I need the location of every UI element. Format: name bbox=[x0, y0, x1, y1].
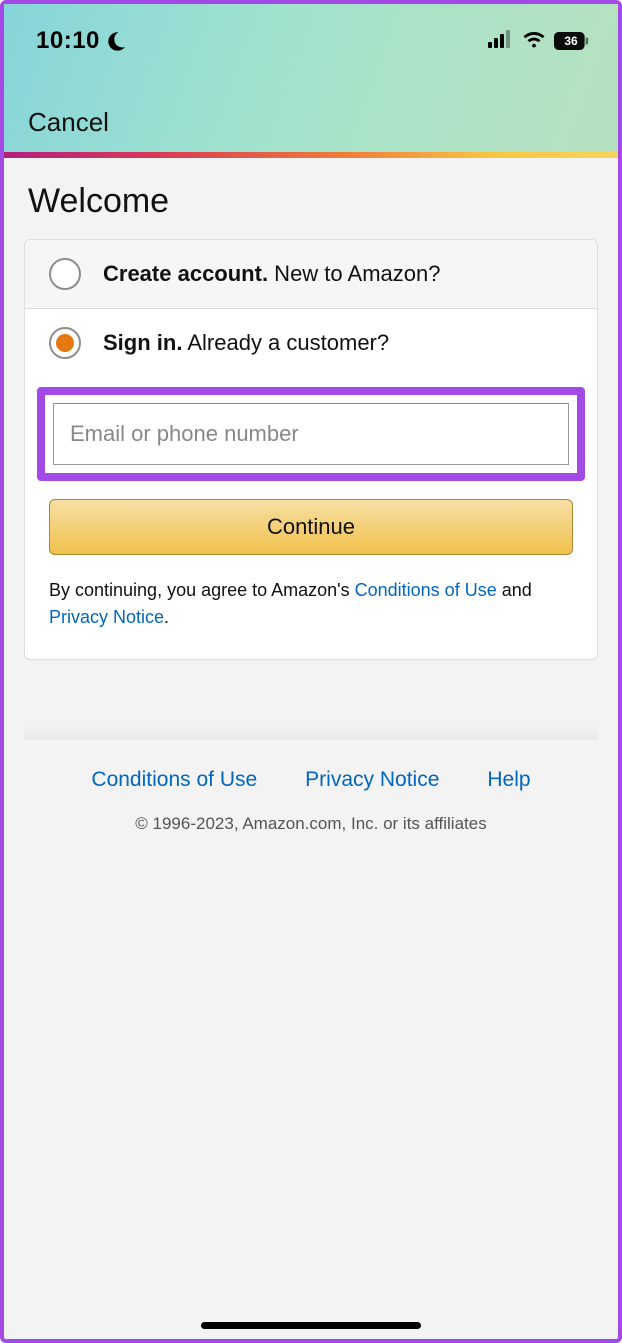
wifi-icon bbox=[522, 30, 546, 53]
battery-icon: 36 bbox=[554, 32, 590, 50]
copyright-text: © 1996-2023, Amazon.com, Inc. or its aff… bbox=[24, 814, 598, 834]
annotation-highlight bbox=[37, 387, 585, 481]
screen-frame: 10:10 bbox=[0, 0, 622, 1343]
sign-in-option[interactable]: Sign in. Already a customer? bbox=[25, 309, 597, 377]
cancel-button[interactable]: Cancel bbox=[28, 107, 109, 138]
conditions-of-use-link[interactable]: Conditions of Use bbox=[355, 580, 497, 600]
nav-row: Cancel bbox=[28, 107, 109, 138]
page-title: Welcome bbox=[28, 182, 594, 221]
home-indicator[interactable] bbox=[201, 1322, 421, 1329]
do-not-disturb-moon-icon bbox=[106, 30, 128, 52]
battery-percent-text: 36 bbox=[554, 34, 588, 48]
radio-unchecked-icon bbox=[49, 258, 81, 290]
footer-shadow bbox=[24, 700, 598, 740]
sign-in-rest: Already a customer? bbox=[182, 330, 389, 355]
legal-period: . bbox=[164, 607, 169, 627]
form-area: Continue By continuing, you agree to Ama… bbox=[25, 387, 597, 659]
create-account-option[interactable]: Create account. New to Amazon? bbox=[25, 240, 597, 309]
footer-help-link[interactable]: Help bbox=[487, 768, 530, 792]
legal-and: and bbox=[497, 580, 532, 600]
legal-prefix: By continuing, you agree to Amazon's bbox=[49, 580, 355, 600]
radio-inner-dot bbox=[56, 334, 74, 352]
footer-conditions-link[interactable]: Conditions of Use bbox=[91, 768, 257, 792]
create-account-label: Create account. New to Amazon? bbox=[103, 261, 441, 287]
status-time: 10:10 bbox=[36, 27, 100, 55]
sign-in-label: Sign in. Already a customer? bbox=[103, 330, 389, 356]
footer-links: Conditions of Use Privacy Notice Help bbox=[24, 768, 598, 792]
create-account-rest: New to Amazon? bbox=[268, 261, 440, 286]
status-bar: 10:10 bbox=[4, 4, 618, 64]
cellular-signal-icon bbox=[488, 30, 514, 53]
status-right: 36 bbox=[488, 30, 590, 53]
sign-in-bold: Sign in. bbox=[103, 330, 182, 355]
header-gradient: 10:10 bbox=[4, 4, 618, 152]
legal-text: By continuing, you agree to Amazon's Con… bbox=[49, 577, 573, 631]
privacy-notice-link[interactable]: Privacy Notice bbox=[49, 607, 164, 627]
email-or-phone-input[interactable] bbox=[53, 403, 569, 465]
status-left: 10:10 bbox=[36, 27, 128, 55]
footer-privacy-link[interactable]: Privacy Notice bbox=[305, 768, 439, 792]
page-body: Welcome Create account. New to Amazon? S… bbox=[4, 158, 618, 834]
create-account-bold: Create account. bbox=[103, 261, 268, 286]
auth-card: Create account. New to Amazon? Sign in. … bbox=[24, 239, 598, 660]
continue-button[interactable]: Continue bbox=[49, 499, 573, 555]
radio-checked-icon bbox=[49, 327, 81, 359]
